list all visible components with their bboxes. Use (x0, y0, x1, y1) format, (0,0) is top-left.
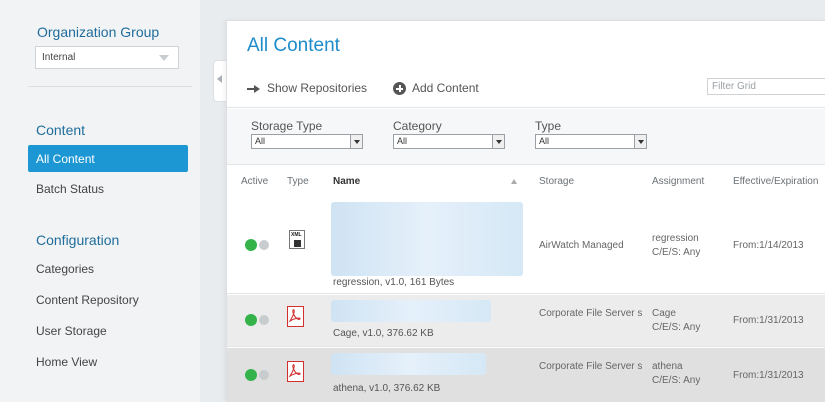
active-off-icon (259, 370, 269, 380)
storage-cell: Corporate File Server s (539, 308, 643, 319)
storage-type-select[interactable]: All (251, 134, 363, 149)
assignment-detail-cell: C/E/S: Any (652, 322, 701, 333)
sidebar: Organization Group Internal Content All … (0, 0, 200, 402)
column-assignment[interactable]: Assignment (652, 176, 704, 187)
content-meta: Cage, v1.0, 376.62 KB (333, 328, 434, 339)
show-repositories-label: Show Repositories (267, 81, 368, 95)
column-name[interactable]: Name (333, 176, 360, 187)
active-on-icon (245, 314, 257, 326)
active-off-icon (259, 315, 269, 325)
table-row[interactable]: athena, v1.0, 376.62 KB Corporate File S… (227, 348, 825, 402)
column-type[interactable]: Type (287, 176, 309, 187)
show-repositories-button[interactable]: Show Repositories (247, 80, 367, 96)
assignment-cell: regression (652, 233, 699, 244)
filter-grid-input[interactable]: Filter Grid (707, 78, 825, 95)
sidebar-item-batch-status[interactable]: Batch Status (28, 175, 188, 202)
column-storage[interactable]: Storage (539, 176, 574, 187)
assignment-detail-cell: C/E/S: Any (652, 247, 701, 258)
dropdown-arrow-icon (634, 135, 646, 148)
sidebar-divider (28, 86, 192, 87)
active-off-icon (259, 240, 269, 250)
content-thumbnail[interactable] (331, 202, 523, 276)
category-label: Category (393, 119, 442, 133)
org-group-title: Organization Group (37, 24, 160, 40)
content-section-title: Content (36, 122, 86, 138)
column-active[interactable]: Active (241, 176, 268, 187)
dropdown-arrow-icon (492, 135, 504, 148)
pdf-file-icon (287, 306, 304, 327)
type-label: Type (535, 119, 562, 133)
effective-cell: From:1/14/2013 (733, 240, 804, 251)
add-content-label: Add Content (412, 81, 479, 95)
type-value: All (539, 136, 550, 146)
active-toggle[interactable] (245, 239, 273, 251)
pdf-acrobat-icon (288, 364, 301, 378)
storage-type-label: Storage Type (251, 119, 323, 133)
category-select[interactable]: All (393, 134, 505, 149)
active-on-icon (245, 239, 257, 251)
assignment-detail-cell: C/E/S: Any (652, 375, 701, 386)
sidebar-item-all-content[interactable]: All Content (28, 145, 188, 172)
toolbar: Show Repositories Add Content Filter Gri… (227, 68, 825, 108)
grid-header: Active Type Name Storage Assignment Effe… (227, 166, 825, 196)
dropdown-arrow-icon (350, 135, 362, 148)
add-circle-icon (393, 82, 406, 96)
table-row[interactable]: XML regression, v1.0, 161 Bytes AirWatch… (227, 196, 825, 294)
pdf-file-icon (287, 361, 304, 382)
page-title: All Content (247, 35, 340, 56)
sort-ascending-icon (511, 179, 517, 184)
category-value: All (397, 136, 408, 146)
main-panel: All Content Show Repositories Add Conten… (226, 20, 825, 402)
content-meta: regression, v1.0, 161 Bytes (333, 277, 455, 288)
sidebar-item-categories[interactable]: Categories (28, 255, 188, 282)
effective-cell: From:1/31/2013 (733, 315, 804, 326)
storage-type-value: All (255, 136, 266, 146)
chevron-left-icon (217, 75, 222, 83)
content-thumbnail[interactable] (331, 300, 491, 322)
type-select[interactable]: All (535, 134, 647, 149)
filter-bar: Storage Type All Category All Type All (227, 109, 825, 165)
active-toggle[interactable] (245, 369, 273, 381)
column-effective-expiration[interactable]: Effective/Expiration (733, 176, 818, 187)
effective-cell: From:1/31/2013 (733, 370, 804, 381)
arrow-right-icon (247, 84, 261, 94)
xml-file-icon: XML (289, 230, 305, 249)
pdf-acrobat-icon (288, 309, 301, 323)
add-content-button[interactable]: Add Content (393, 80, 479, 96)
content-meta: athena, v1.0, 376.62 KB (333, 383, 441, 394)
table-row[interactable]: Cage, v1.0, 376.62 KB Corporate File Ser… (227, 295, 825, 347)
org-group-select[interactable]: Internal (35, 46, 179, 69)
configuration-section-title: Configuration (36, 232, 120, 248)
active-on-icon (245, 369, 257, 381)
storage-cell: AirWatch Managed (539, 240, 624, 251)
sidebar-item-user-storage[interactable]: User Storage (28, 317, 188, 344)
content-thumbnail[interactable] (331, 353, 486, 375)
sidebar-item-content-repository[interactable]: Content Repository (28, 286, 188, 313)
storage-cell: Corporate File Server s (539, 361, 643, 372)
assignment-cell: Cage (652, 308, 676, 319)
sidebar-item-home-view[interactable]: Home View (28, 348, 188, 375)
active-toggle[interactable] (245, 314, 273, 326)
chevron-down-icon (159, 55, 169, 61)
collapse-sidebar-handle[interactable] (213, 60, 227, 102)
assignment-cell: athena (652, 361, 683, 372)
org-group-value: Internal (42, 52, 76, 63)
